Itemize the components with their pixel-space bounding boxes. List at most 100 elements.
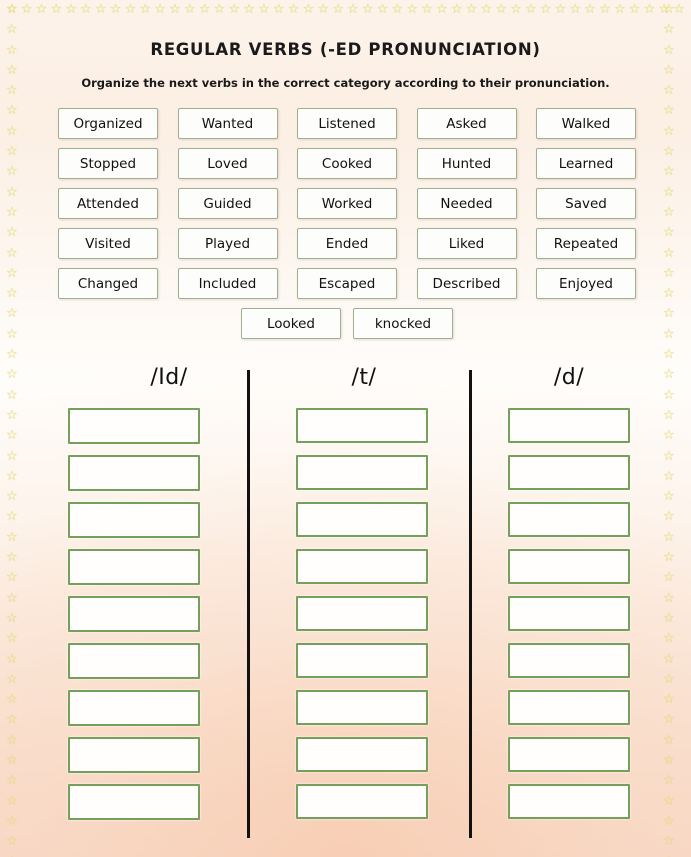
word-chip[interactable]: Guided — [177, 188, 278, 219]
star-icon: ☆ — [272, 2, 285, 17]
word-chip[interactable]: Saved — [536, 188, 636, 219]
star-icon: ☆ — [599, 2, 611, 17]
star-icon: ☆ — [6, 590, 18, 606]
star-icon: ☆ — [663, 103, 675, 119]
answer-box[interactable] — [68, 784, 200, 820]
star-icon: ☆ — [6, 529, 18, 545]
word-chip[interactable]: Changed — [58, 268, 158, 299]
star-icon: ☆ — [35, 2, 48, 17]
answer-box[interactable] — [508, 596, 630, 631]
answer-box[interactable] — [508, 455, 630, 490]
answer-box[interactable] — [508, 549, 630, 584]
star-icon: ☆ — [376, 2, 389, 17]
answer-box[interactable] — [68, 643, 200, 679]
word-chip[interactable]: Asked — [416, 108, 517, 139]
word-chip[interactable]: Needed — [416, 188, 517, 219]
answer-column-d — [508, 408, 630, 831]
star-icon: ☆ — [663, 793, 675, 809]
word-chip[interactable]: Described — [416, 268, 517, 299]
star-icon: ☆ — [524, 2, 537, 17]
star-icon: ☆ — [6, 367, 18, 383]
star-icon: ☆ — [6, 2, 18, 17]
star-icon: ☆ — [287, 2, 300, 17]
word-chip[interactable]: Learned — [536, 148, 636, 179]
star-icon: ☆ — [6, 692, 18, 708]
word-chip[interactable]: Included — [177, 268, 278, 299]
word-bank-row: Attended Guided Worked Needed Saved — [58, 188, 636, 219]
star-icon: ☆ — [569, 2, 582, 17]
word-chip[interactable]: Worked — [297, 188, 397, 219]
word-chip[interactable]: Attended — [58, 188, 158, 219]
answer-box[interactable] — [508, 408, 630, 443]
word-chip[interactable]: Loved — [177, 148, 278, 179]
answer-box[interactable] — [508, 690, 630, 725]
category-header-t: /t/ — [351, 365, 377, 390]
answer-box[interactable] — [296, 455, 428, 490]
star-icon: ☆ — [663, 367, 675, 383]
star-icon: ☆ — [663, 407, 675, 423]
star-icon: ☆ — [436, 2, 448, 17]
star-icon: ☆ — [663, 570, 675, 586]
star-icon: ☆ — [6, 347, 18, 363]
star-icon: ☆ — [6, 2, 18, 17]
star-icon: ☆ — [65, 2, 77, 17]
word-chip[interactable]: Wanted — [177, 108, 278, 139]
star-icon: ☆ — [258, 2, 270, 17]
answer-box[interactable] — [508, 502, 630, 537]
star-icon: ☆ — [663, 306, 675, 322]
answer-box[interactable] — [296, 690, 428, 725]
star-icon: ☆ — [347, 2, 359, 17]
star-icon: ☆ — [480, 2, 493, 17]
answer-box[interactable] — [508, 643, 630, 678]
star-icon: ☆ — [50, 2, 63, 17]
star-icon: ☆ — [663, 732, 675, 748]
word-chip[interactable]: knocked — [353, 308, 453, 339]
word-chip[interactable]: Visited — [58, 228, 158, 259]
word-chip[interactable]: Cooked — [297, 148, 397, 179]
star-icon: ☆ — [663, 123, 675, 139]
answer-box[interactable] — [296, 784, 428, 819]
answer-box[interactable] — [68, 408, 200, 444]
answer-box[interactable] — [68, 596, 200, 632]
word-chip[interactable]: Escaped — [297, 268, 397, 299]
word-chip[interactable]: Played — [177, 228, 278, 259]
star-icon: ☆ — [663, 631, 675, 647]
word-chip[interactable]: Liked — [416, 228, 517, 259]
answer-box[interactable] — [508, 784, 630, 819]
answer-box[interactable] — [296, 549, 428, 584]
answer-box[interactable] — [68, 549, 200, 585]
word-chip[interactable]: Repeated — [536, 228, 636, 259]
word-chip[interactable]: Listened — [297, 108, 397, 139]
answer-box[interactable] — [68, 737, 200, 773]
star-icon: ☆ — [6, 448, 18, 464]
answer-box[interactable] — [68, 502, 200, 538]
star-icon: ☆ — [6, 144, 18, 160]
word-chip[interactable]: Hunted — [416, 148, 517, 179]
answer-box[interactable] — [296, 737, 428, 772]
star-icon: ☆ — [6, 773, 18, 789]
star-icon: ☆ — [663, 144, 675, 160]
word-chip[interactable]: Stopped — [58, 148, 158, 179]
star-icon: ☆ — [6, 265, 18, 281]
star-icon: ☆ — [663, 225, 675, 241]
star-icon: ☆ — [6, 570, 18, 586]
answer-box[interactable] — [296, 596, 428, 631]
answer-box[interactable] — [68, 690, 200, 726]
word-chip[interactable]: Walked — [536, 108, 636, 139]
answer-box[interactable] — [508, 737, 630, 772]
column-divider-1 — [247, 370, 250, 838]
answer-box[interactable] — [296, 502, 428, 537]
answer-box[interactable] — [68, 455, 200, 491]
star-icon: ☆ — [663, 509, 675, 525]
word-chip[interactable]: Looked — [241, 308, 341, 339]
answer-box[interactable] — [296, 643, 428, 678]
star-icon: ☆ — [663, 164, 675, 180]
word-chip[interactable]: Enjoyed — [536, 268, 636, 299]
word-chip[interactable]: Organized — [58, 108, 158, 139]
star-icon: ☆ — [663, 671, 675, 687]
star-icon: ☆ — [361, 2, 374, 17]
star-icon: ☆ — [6, 286, 18, 302]
answer-box[interactable] — [296, 408, 428, 443]
word-chip[interactable]: Ended — [297, 228, 397, 259]
star-icon: ☆ — [6, 793, 18, 809]
